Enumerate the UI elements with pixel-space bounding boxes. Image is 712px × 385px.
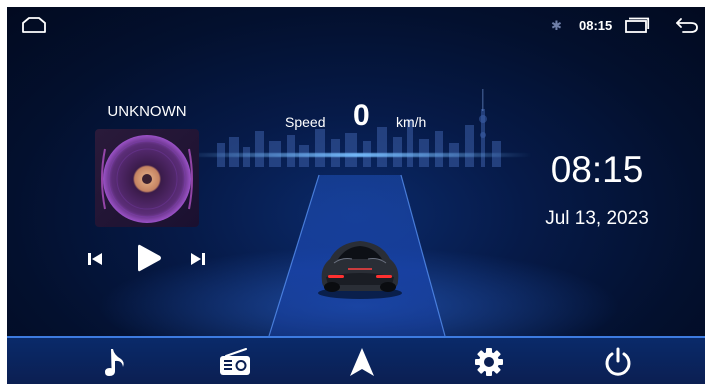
app-dock — [7, 336, 705, 384]
speed-value: 0 — [353, 99, 370, 132]
radio-icon[interactable] — [217, 345, 253, 379]
speed-label: Speed — [285, 114, 326, 130]
clock-time: 08:15 — [550, 149, 644, 190]
horizon-glow — [182, 153, 532, 157]
bluetooth-icon: ✱ — [551, 18, 562, 33]
status-clock: 08:15 — [579, 18, 613, 33]
back-icon[interactable] — [675, 16, 699, 34]
status-bar: ✱ 08:15 — [7, 7, 705, 43]
car-launcher-screen: ✱ 08:15 Speed 0 km/h UNKNOWN 08:15 Jul 1… — [7, 7, 705, 384]
home-icon[interactable] — [21, 16, 47, 34]
power-icon[interactable] — [600, 345, 636, 379]
clock-date: Jul 13, 2023 — [545, 208, 649, 229]
speed-unit: km/h — [396, 114, 427, 130]
track-title: UNKNOWN — [107, 103, 187, 120]
settings-icon[interactable] — [471, 345, 507, 379]
music-icon[interactable] — [98, 345, 134, 379]
car-image — [318, 241, 402, 299]
play-icon[interactable] — [134, 242, 164, 274]
navigation-icon[interactable] — [344, 345, 380, 379]
previous-icon[interactable] — [84, 249, 106, 269]
album-art[interactable] — [95, 129, 199, 227]
recent-apps-icon[interactable] — [624, 17, 650, 33]
next-icon[interactable] — [187, 249, 209, 269]
